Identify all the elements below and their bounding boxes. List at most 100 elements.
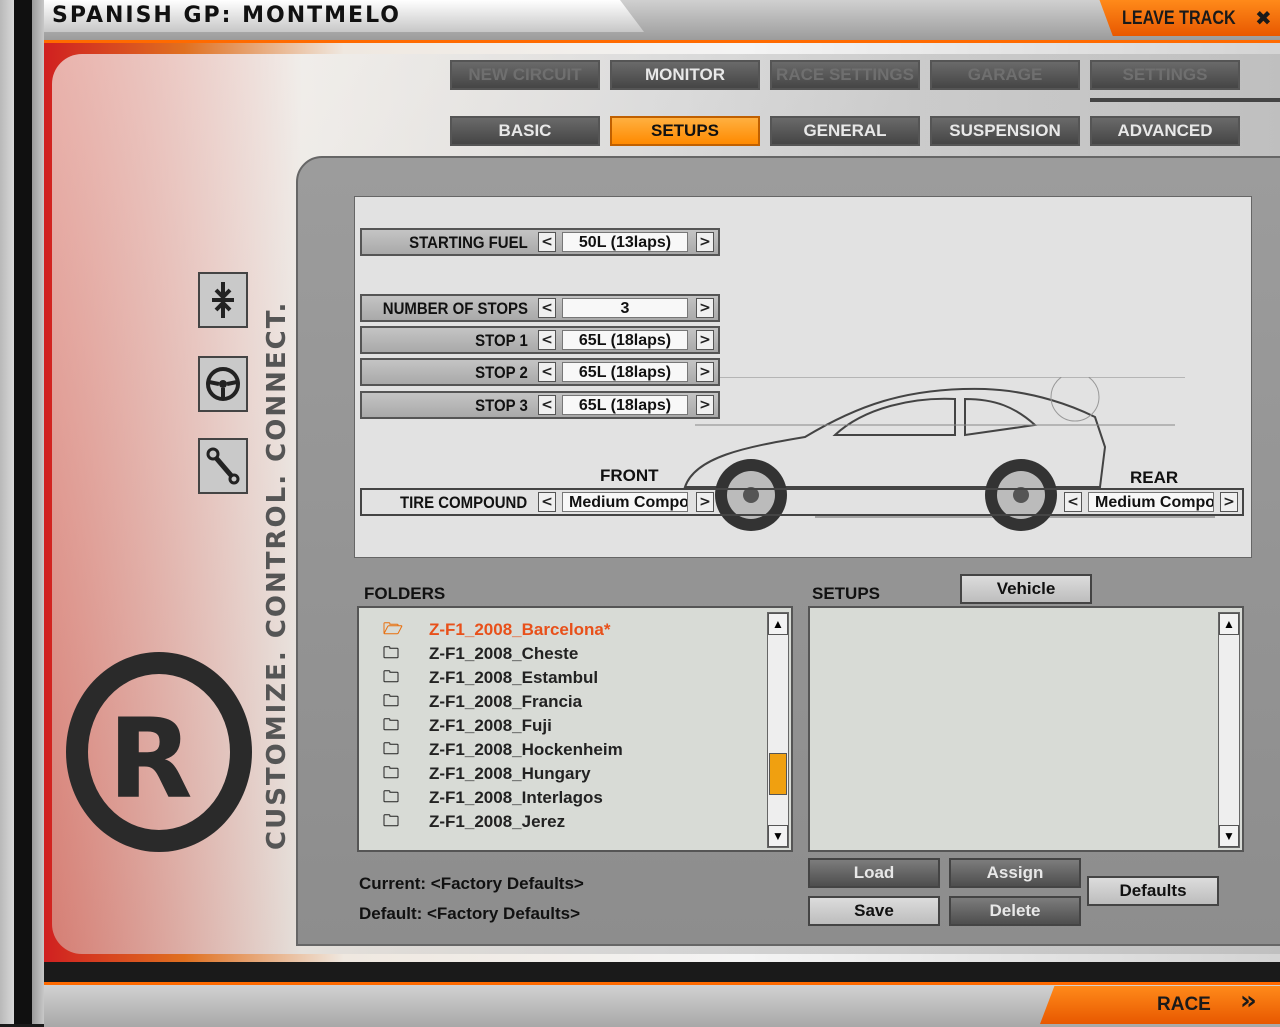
tab-setups[interactable]: SETUPS (610, 116, 760, 146)
folder-name: Z-F1_2008_Fuji (429, 716, 552, 735)
folder-name: Z-F1_2008_Hungary (429, 764, 591, 783)
stop-3-label: STOP 3 (475, 396, 528, 415)
compress-arrows-icon[interactable] (198, 272, 248, 328)
scroll-up-icon[interactable]: ▲ (768, 613, 788, 635)
list-item[interactable]: 🗀 Z-F1_2008_Francia (383, 690, 582, 714)
stop-1-decrease-icon[interactable]: < (538, 330, 556, 350)
folder-icon: 🗀 (383, 789, 400, 806)
left-frame-strip (0, 0, 44, 1024)
list-item[interactable]: 🗀 Z-F1_2008_Fuji (383, 714, 552, 738)
list-item[interactable]: 🗀 Z-F1_2008_Estambul (383, 666, 598, 690)
tab-settings[interactable]: SETTINGS (1090, 60, 1240, 90)
folders-label: FOLDERS (364, 584, 446, 603)
folder-icon: 🗀 (383, 669, 400, 686)
leave-track-label[interactable]: LEAVE TRACK (1122, 8, 1236, 30)
stop-1-label: STOP 1 (475, 331, 528, 350)
stop-2-row: STOP 2 < 65L (18laps) > (360, 358, 720, 386)
divider (1090, 98, 1280, 102)
steering-wheel-icon[interactable] (198, 356, 248, 412)
stops-increase-icon[interactable]: > (696, 298, 714, 318)
stop-1-increase-icon[interactable]: > (696, 330, 714, 350)
scroll-up-icon[interactable]: ▲ (1219, 613, 1239, 635)
tab-race-settings[interactable]: RACE SETTINGS (770, 60, 920, 90)
race-label[interactable]: RACE (1157, 994, 1211, 1016)
rear-label: REAR (1130, 468, 1179, 487)
tab-suspension[interactable]: SUSPENSION (930, 116, 1080, 146)
stop-3-row: STOP 3 < 65L (18laps) > (360, 391, 720, 419)
stop-3-value: 65L (18laps) (562, 395, 688, 415)
list-item[interactable]: 🗀 Z-F1_2008_Cheste (383, 642, 578, 666)
starting-fuel-label: STARTING FUEL (409, 233, 528, 252)
rear-tire-decrease-icon[interactable]: < (1064, 492, 1082, 512)
stop-3-increase-icon[interactable]: > (696, 395, 714, 415)
stops-decrease-icon[interactable]: < (538, 298, 556, 318)
page-title: SPANISH GP: MONTMELO (52, 3, 401, 28)
setups-label: SETUPS (812, 584, 881, 603)
fuel-decrease-icon[interactable]: < (538, 232, 556, 252)
folder-name: Z-F1_2008_Estambul (429, 668, 599, 687)
load-button[interactable]: Load (808, 858, 940, 888)
save-button[interactable]: Save (808, 896, 940, 926)
list-item[interactable]: 🗁 Z-F1_2008_Barcelona* (383, 618, 610, 642)
scroll-down-icon[interactable]: ▼ (1219, 825, 1239, 847)
delete-button[interactable]: Delete (949, 896, 1081, 926)
tire-compound-label: TIRE COMPOUND (400, 493, 528, 512)
fuel-increase-icon[interactable]: > (696, 232, 714, 252)
stop-1-row: STOP 1 < 65L (18laps) > (360, 326, 720, 354)
close-icon[interactable]: ✖ (1255, 6, 1272, 30)
folder-name: Z-F1_2008_Hockenheim (429, 740, 623, 759)
folders-list[interactable]: 🗁 Z-F1_2008_Barcelona* 🗀 Z-F1_2008_Cheste … (357, 606, 793, 852)
scrollbar-thumb[interactable] (769, 753, 787, 795)
vehicle-button[interactable]: Vehicle (960, 574, 1092, 604)
starting-fuel-row: STARTING FUEL < 50L (13laps) > (360, 228, 720, 256)
stop-2-label: STOP 2 (475, 363, 528, 382)
folder-icon: 🗀 (383, 765, 400, 782)
stop-2-decrease-icon[interactable]: < (538, 362, 556, 382)
list-item[interactable]: 🗀 Z-F1_2008_Interlagos (383, 786, 603, 810)
folder-name: Z-F1_2008_Cheste (429, 644, 579, 663)
front-label: FRONT (600, 466, 659, 485)
rear-tire-value: Medium Compound (1088, 492, 1214, 512)
stop-2-value: 65L (18laps) (562, 362, 688, 382)
logo-letter: R (108, 695, 193, 823)
list-item[interactable]: 🗀 Z-F1_2008_Jerez (383, 810, 565, 834)
rear-tire-increase-icon[interactable]: > (1220, 492, 1238, 512)
folder-name: Z-F1_2008_Francia (429, 692, 583, 711)
front-tire-value: Medium Compound (562, 492, 688, 512)
folder-icon: 🗀 (383, 693, 400, 710)
wrench-icon[interactable] (198, 438, 248, 494)
folder-icon: 🗀 (383, 645, 400, 662)
list-item[interactable]: 🗀 Z-F1_2008_Hungary (383, 762, 591, 786)
stop-2-increase-icon[interactable]: > (696, 362, 714, 382)
folder-open-icon: 🗁 (383, 621, 403, 638)
current-setup-text: Current: <Factory Defaults> (359, 874, 584, 893)
folders-scrollbar[interactable]: ▲ ▼ (767, 612, 789, 848)
tab-advanced[interactable]: ADVANCED (1090, 116, 1240, 146)
double-chevron-right-icon[interactable]: » (1240, 986, 1257, 1016)
setups-scrollbar[interactable]: ▲ ▼ (1218, 612, 1240, 848)
front-tire-increase-icon[interactable]: > (696, 492, 714, 512)
number-of-stops-value: 3 (562, 298, 688, 318)
defaults-button[interactable]: Defaults (1087, 876, 1219, 906)
tab-monitor[interactable]: MONITOR (610, 60, 760, 90)
folder-icon: 🗀 (383, 813, 400, 830)
folder-icon: 🗀 (383, 741, 400, 758)
stop-1-value: 65L (18laps) (562, 330, 688, 350)
folder-name: Z-F1_2008_Barcelona* (429, 620, 611, 639)
tab-new-circuit[interactable]: NEW CIRCUIT (450, 60, 600, 90)
default-setup-text: Default: <Factory Defaults> (359, 904, 581, 923)
folder-icon: 🗀 (383, 717, 400, 734)
tab-garage[interactable]: GARAGE (930, 60, 1080, 90)
assign-button[interactable]: Assign (949, 858, 1081, 888)
brand-slogan: CUSTOMIZE. CONTROL. CONNECT. (262, 300, 292, 850)
list-item[interactable]: 🗀 Z-F1_2008_Hockenheim (383, 738, 623, 762)
folder-name: Z-F1_2008_Jerez (429, 812, 566, 831)
setups-list[interactable]: ▲ ▼ (808, 606, 1244, 852)
scroll-down-icon[interactable]: ▼ (768, 825, 788, 847)
tab-general[interactable]: GENERAL (770, 116, 920, 146)
stop-3-decrease-icon[interactable]: < (538, 395, 556, 415)
number-of-stops-row: NUMBER OF STOPS < 3 > (360, 294, 720, 322)
tab-basic[interactable]: BASIC (450, 116, 600, 146)
number-of-stops-label: NUMBER OF STOPS (382, 299, 528, 318)
front-tire-decrease-icon[interactable]: < (538, 492, 556, 512)
